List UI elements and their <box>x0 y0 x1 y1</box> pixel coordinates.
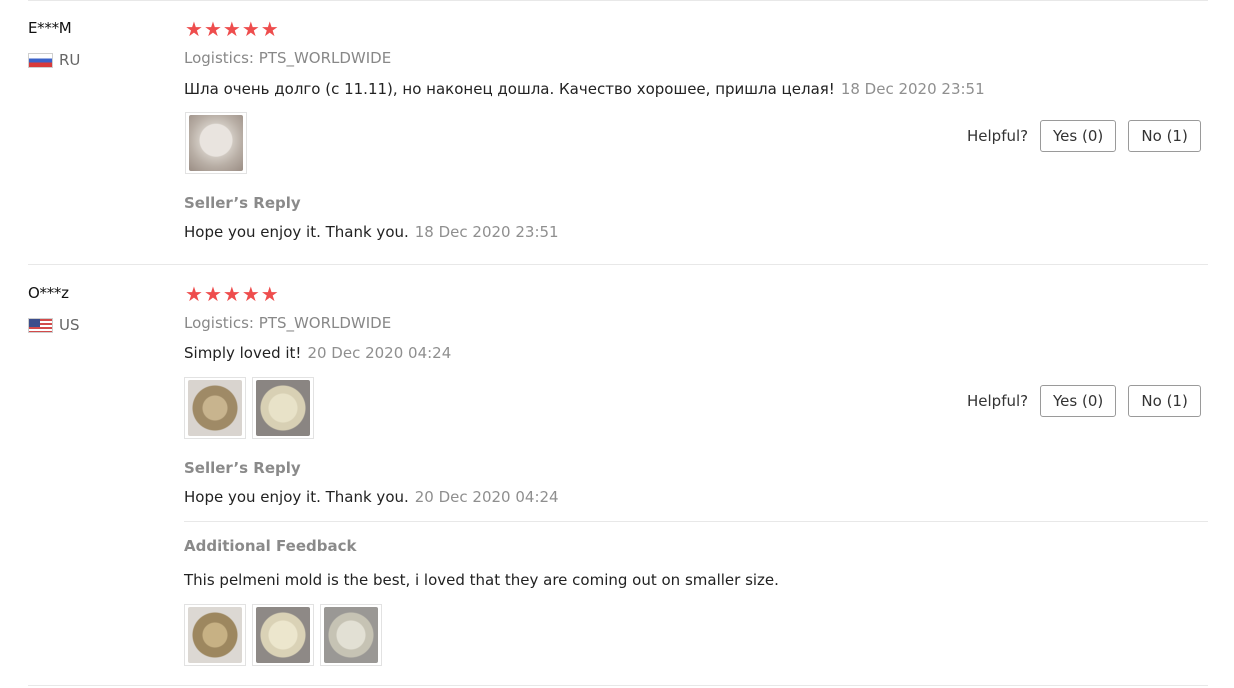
star-icon: ★ <box>185 282 203 306</box>
review-text: Simply loved it! <box>184 344 302 362</box>
review-date: 20 Dec 2020 04:24 <box>307 344 452 362</box>
star-icon: ★ <box>203 17 222 41</box>
star-icon: ★ <box>241 17 260 41</box>
review-photo-thumbnail[interactable] <box>252 604 314 666</box>
mold-photo <box>188 380 242 436</box>
additional-feedback-divider <box>184 521 1208 522</box>
seller-reply-line: Hope you enjoy it. Thank you. 18 Dec 2020… <box>184 223 559 241</box>
mold-photo <box>324 607 378 663</box>
review-photos <box>184 377 314 439</box>
reviewer-name: O***z <box>28 284 69 302</box>
helpful-section: Helpful? Yes (0) No (1) <box>967 120 1202 152</box>
rating-stars: ★ ★ ★ ★ ★ <box>185 19 279 39</box>
review-photos <box>185 112 247 174</box>
helpful-yes-button[interactable]: Yes (0) <box>1040 385 1117 417</box>
reviewer-country: US <box>28 316 80 334</box>
seller-reply-date: 18 Dec 2020 23:51 <box>414 223 559 241</box>
seller-reply-text: Hope you enjoy it. Thank you. <box>184 488 409 506</box>
star-icon: ★ <box>260 17 279 41</box>
helpful-label: Helpful? <box>967 392 1029 410</box>
review-text-line: Шла очень долго (с 11.11), но наконец до… <box>184 80 985 98</box>
review-divider <box>28 264 1208 265</box>
logistics-label: Logistics: <box>184 314 254 332</box>
review-text-line: Simply loved it! 20 Dec 2020 04:24 <box>184 344 451 362</box>
helpful-no-button[interactable]: No (1) <box>1128 385 1202 417</box>
review-photo-thumbnail[interactable] <box>320 604 382 666</box>
logistics-value: PTS_WORLDWIDE <box>258 49 392 67</box>
helpful-section: Helpful? Yes (0) No (1) <box>967 385 1202 417</box>
additional-feedback-text: This pelmeni mold is the best, i loved t… <box>184 571 779 589</box>
seller-reply-date: 20 Dec 2020 04:24 <box>414 488 559 506</box>
review-photo-thumbnail[interactable] <box>184 377 246 439</box>
usa-flag-icon <box>28 317 53 333</box>
star-icon: ★ <box>203 282 222 306</box>
mold-photo <box>256 607 310 663</box>
review-text: Шла очень долго (с 11.11), но наконец до… <box>184 80 835 98</box>
logistics-value: PTS_WORLDWIDE <box>258 314 392 332</box>
star-icon: ★ <box>222 282 241 306</box>
mold-photo <box>189 115 243 171</box>
star-icon: ★ <box>260 282 279 306</box>
additional-feedback-photos <box>184 604 382 666</box>
logistics-info: Logistics: PTS_WORLDWIDE <box>184 314 391 332</box>
seller-reply-line: Hope you enjoy it. Thank you. 20 Dec 2020… <box>184 488 559 506</box>
helpful-label: Helpful? <box>967 127 1029 145</box>
review-photo-thumbnail[interactable] <box>185 112 247 174</box>
mold-photo <box>256 380 310 436</box>
seller-reply-text: Hope you enjoy it. Thank you. <box>184 223 409 241</box>
reviewer-country: RU <box>28 51 80 69</box>
logistics-info: Logistics: PTS_WORLDWIDE <box>184 49 391 67</box>
star-icon: ★ <box>222 17 241 41</box>
logistics-label: Logistics: <box>184 49 254 67</box>
seller-reply-title: Seller’s Reply <box>184 194 301 212</box>
country-code: RU <box>59 51 81 69</box>
star-icon: ★ <box>241 282 260 306</box>
review-photo-thumbnail[interactable] <box>252 377 314 439</box>
bottom-divider <box>28 685 1208 686</box>
rating-stars: ★ ★ ★ ★ ★ <box>185 284 279 304</box>
star-icon: ★ <box>185 17 203 41</box>
russia-flag-icon <box>28 52 53 68</box>
review-date: 18 Dec 2020 23:51 <box>840 80 985 98</box>
seller-reply-title: Seller’s Reply <box>184 459 301 477</box>
mold-photo <box>188 607 242 663</box>
review-photo-thumbnail[interactable] <box>184 604 246 666</box>
helpful-no-button[interactable]: No (1) <box>1128 120 1202 152</box>
country-code: US <box>59 316 80 334</box>
additional-feedback-title: Additional Feedback <box>184 537 357 555</box>
helpful-yes-button[interactable]: Yes (0) <box>1040 120 1117 152</box>
top-divider <box>28 0 1208 1</box>
reviewer-name: E***M <box>28 19 72 37</box>
